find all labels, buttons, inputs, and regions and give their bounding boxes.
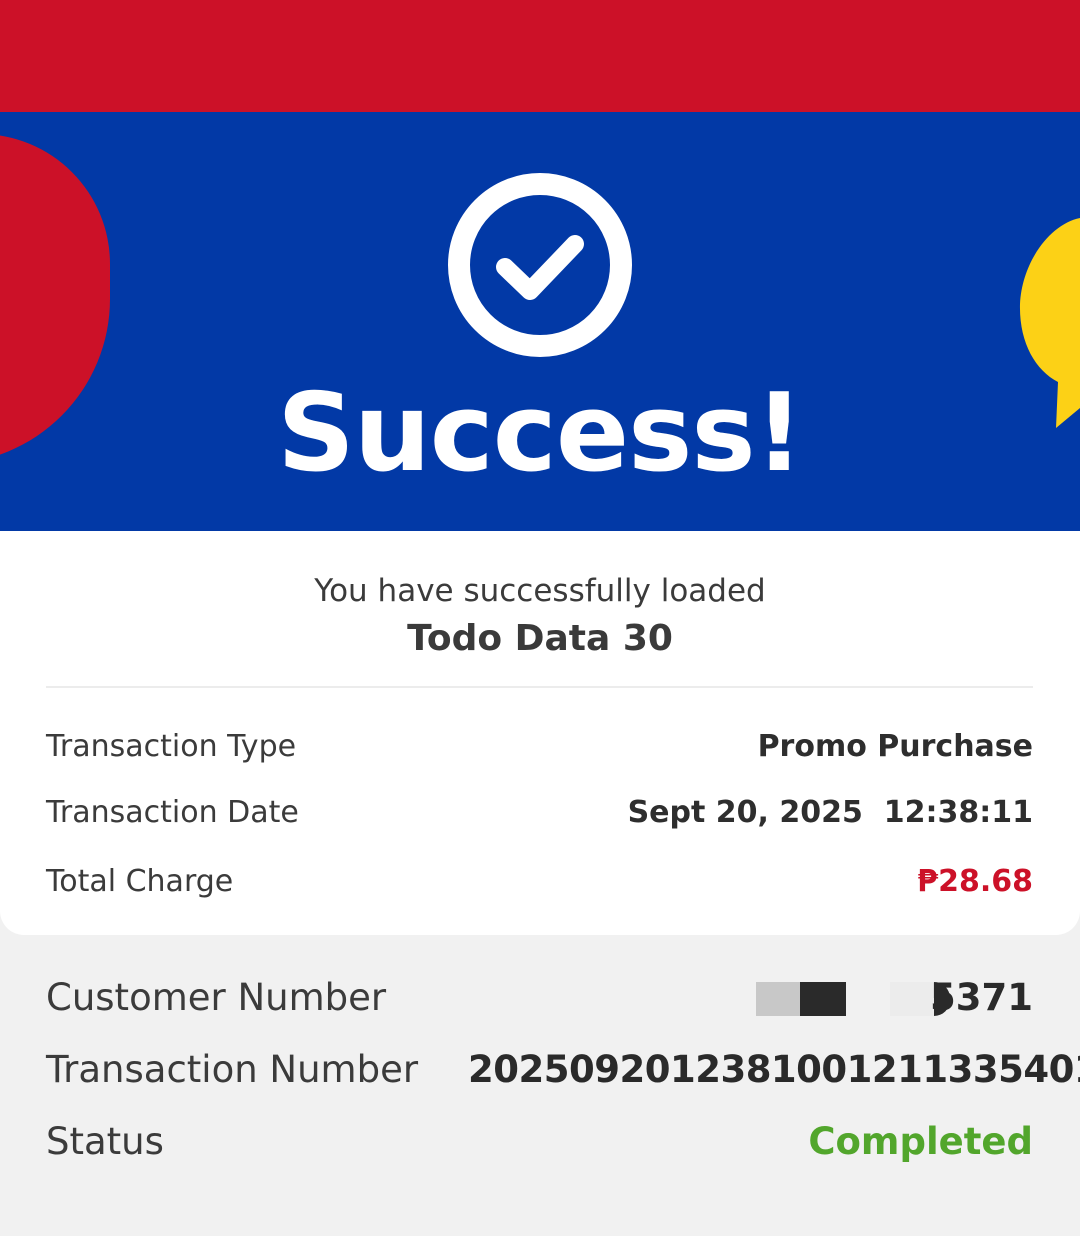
transaction-number-clip: 20250920123810012113354018855 — [468, 1044, 1080, 1096]
detail-row-total-charge: Total Charge ₱28.68 — [46, 860, 1033, 904]
detail-label: Transaction Date — [46, 795, 299, 830]
total-charge-value: ₱28.68 — [917, 864, 1033, 899]
redaction-block — [756, 982, 800, 1016]
customer-number-row: Customer Number 5371 — [46, 972, 1080, 1024]
detail-value: Sept 20, 2025 12:38:11 — [627, 795, 1033, 830]
customer-number-value: 5371 — [930, 976, 1033, 1019]
status-row: Status Completed — [46, 1116, 1080, 1168]
promo-name: Todo Data 30 — [407, 618, 673, 659]
detail-label: Total Charge — [46, 864, 234, 899]
redaction-block — [800, 982, 846, 1016]
transaction-number-row: Transaction Number 202509201238100121133… — [46, 1044, 1080, 1096]
loaded-message: You have successfully loaded — [314, 573, 766, 609]
customer-number-label: Customer Number — [46, 976, 387, 1019]
check-circle-icon — [448, 173, 632, 357]
detail-row-transaction-type: Transaction Type Promo Purchase — [46, 725, 1033, 769]
detail-row-transaction-date: Transaction Date Sept 20, 2025 12:38:11 — [46, 791, 1033, 835]
status-label: Status — [46, 1120, 164, 1163]
transaction-number-value: 20250920123810012113354018855 — [468, 1048, 1080, 1091]
receipt-card: You have successfully loaded Todo Data 3… — [0, 531, 1080, 935]
divider — [46, 686, 1033, 688]
success-title: Success! — [277, 371, 804, 496]
detail-label: Transaction Type — [46, 729, 297, 764]
status-value: Completed — [808, 1120, 1033, 1163]
detail-value: Promo Purchase — [757, 729, 1033, 764]
transaction-number-label: Transaction Number — [46, 1048, 419, 1091]
redaction-block — [890, 982, 934, 1016]
top-color-band — [0, 0, 1080, 112]
success-banner: Success! — [0, 112, 1080, 532]
